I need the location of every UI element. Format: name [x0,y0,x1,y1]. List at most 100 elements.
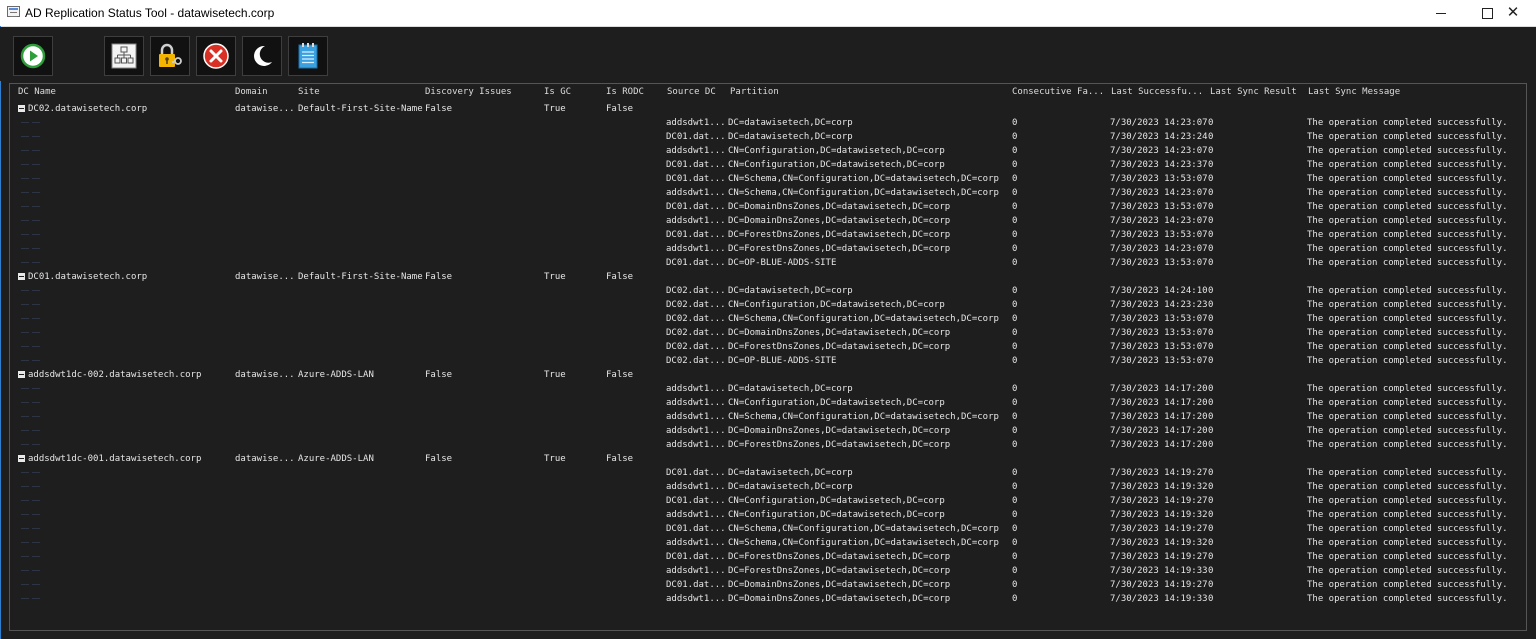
column-header-dc-name[interactable]: DC Name [18,85,56,99]
replication-row[interactable]: DC01.dat... CN=Schema,CN=Configuration,DC… [10,522,1526,536]
last-sync-message-cell: The operation completed successfully. [1307,132,1508,142]
column-header-discovery-issues[interactable]: Discovery Issues [425,85,512,99]
last-sync-result-cell: 0 [1208,566,1214,576]
replication-row[interactable]: addsdwt1... CN=Schema,CN=Configuration,DC… [10,536,1526,550]
last-sync-result-cell: 0 [1208,202,1214,212]
replication-row[interactable]: addsdwt1... DC=datawisetech,DC=corp 0 7/30/… [10,382,1526,396]
last-sync-message-cell: The operation completed successfully. [1307,468,1508,478]
tree-connector [18,344,44,349]
column-header-source-dc[interactable]: Source DC [667,85,716,99]
partition-cell: DC=ForestDnsZones,DC=datawisetech,DC=cor… [728,230,951,240]
close-button[interactable]: ✕ [1490,0,1536,26]
column-header-site[interactable]: Site [298,85,320,99]
tree-connector [18,470,44,475]
theme-button[interactable] [242,36,282,76]
last-success-cell: 7/30/2023 14:19:32 [1110,510,1208,520]
last-success-cell: 7/30/2023 14:19:27 [1110,524,1208,534]
column-header-consecutive-failures[interactable]: Consecutive Fa... [1012,85,1104,99]
tree-connector [18,148,44,153]
stop-icon [203,43,229,69]
replication-row[interactable]: DC02.dat... DC=ForestDnsZones,DC=datawise… [10,340,1526,354]
replication-row[interactable]: addsdwt1... CN=Configuration,DC=datawiset… [10,144,1526,158]
last-sync-message-cell: The operation completed successfully. [1307,188,1508,198]
consecutive-failures-cell: 0 [1012,524,1018,534]
column-header-last-success[interactable]: Last Successfu... [1111,85,1203,99]
column-header-last-sync-message[interactable]: Last Sync Message [1308,85,1400,99]
partition-cell: CN=Configuration,DC=datawisetech,DC=corp [728,510,945,520]
last-sync-result-cell: 0 [1208,384,1214,394]
collapse-toggle[interactable] [18,455,25,462]
topology-button[interactable] [104,36,144,76]
replication-row[interactable]: DC01.dat... DC=ForestDnsZones,DC=datawise… [10,228,1526,242]
column-header-is-gc[interactable]: Is GC [544,85,571,99]
last-sync-result-cell: 0 [1208,594,1214,604]
collapse-toggle[interactable] [18,371,25,378]
is-gc-cell: True [544,370,566,380]
replication-row[interactable]: addsdwt1... DC=datawisetech,DC=corp 0 7/30/… [10,116,1526,130]
source-dc-cell: addsdwt1... [666,482,726,492]
replication-row[interactable]: addsdwt1... CN=Configuration,DC=datawiset… [10,396,1526,410]
replication-row[interactable]: addsdwt1... DC=DomainDnsZones,DC=datawise… [10,214,1526,228]
tree-connector [18,204,44,209]
replication-row[interactable]: DC02.dat... CN=Configuration,DC=datawiset… [10,298,1526,312]
column-header-partition[interactable]: Partition [730,85,779,99]
replication-row[interactable]: DC01.dat... CN=Schema,CN=Configuration,DC… [10,172,1526,186]
consecutive-failures-cell: 0 [1012,202,1018,212]
replication-row[interactable]: addsdwt1... DC=DomainDnsZones,DC=datawise… [10,424,1526,438]
replication-row[interactable]: DC02.dat... CN=Schema,CN=Configuration,DC… [10,312,1526,326]
tree-connector [18,512,44,517]
column-header-domain[interactable]: Domain [235,85,268,99]
replication-row[interactable]: addsdwt1... CN=Schema,CN=Configuration,DC… [10,410,1526,424]
stop-button[interactable] [196,36,236,76]
source-dc-cell: DC02.dat... [666,356,726,366]
replication-row[interactable]: addsdwt1... DC=ForestDnsZones,DC=datawise… [10,438,1526,452]
last-success-cell: 7/30/2023 14:17:20 [1110,426,1208,436]
replication-row[interactable]: DC02.dat... DC=OP-BLUE-ADDS-SITE 0 7/30/202… [10,354,1526,368]
last-sync-result-cell: 0 [1208,286,1214,296]
replication-row[interactable]: DC01.dat... DC=DomainDnsZones,DC=datawise… [10,578,1526,592]
app-icon [7,6,20,17]
last-sync-message-cell: The operation completed successfully. [1307,146,1508,156]
replication-row[interactable]: DC01.dat... DC=datawisetech,DC=corp 0 7/30/… [10,130,1526,144]
credentials-button[interactable] [150,36,190,76]
collapse-toggle[interactable] [18,273,25,280]
run-button[interactable] [13,36,53,76]
tree-connector [18,316,44,321]
partition-cell: CN=Configuration,DC=datawisetech,DC=corp [728,300,945,310]
replication-row[interactable]: addsdwt1... DC=DomainDnsZones,DC=datawise… [10,592,1526,606]
source-dc-cell: DC01.dat... [666,202,726,212]
dc-group-row[interactable]: addsdwt1dc-002.datawisetech.corp datawise… [10,368,1526,382]
replication-row[interactable]: DC01.dat... DC=datawisetech,DC=corp 0 7/30/… [10,466,1526,480]
dc-group-row[interactable]: addsdwt1dc-001.datawisetech.corp datawise… [10,452,1526,466]
replication-row[interactable]: addsdwt1... DC=ForestDnsZones,DC=datawise… [10,242,1526,256]
replication-row[interactable]: addsdwt1... CN=Schema,CN=Configuration,DC… [10,186,1526,200]
last-sync-result-cell: 0 [1208,510,1214,520]
window-frame [0,26,1,639]
replication-row[interactable]: DC01.dat... DC=ForestDnsZones,DC=datawise… [10,550,1526,564]
column-header-last-sync-result[interactable]: Last Sync Result [1210,85,1297,99]
replication-row[interactable]: DC01.dat... DC=DomainDnsZones,DC=datawise… [10,200,1526,214]
dc-group-row[interactable]: DC01.datawisetech.corp datawise... Default… [10,270,1526,284]
replication-row[interactable]: DC01.dat... CN=Configuration,DC=datawiset… [10,158,1526,172]
last-success-cell: 7/30/2023 14:23:37 [1110,160,1208,170]
last-sync-message-cell: The operation completed successfully. [1307,356,1508,366]
replication-grid[interactable]: DC Name Domain Site Discovery Issues Is … [9,83,1527,631]
replication-row[interactable]: DC01.dat... CN=Configuration,DC=datawiset… [10,494,1526,508]
replication-row[interactable]: addsdwt1... CN=Configuration,DC=datawiset… [10,508,1526,522]
minimize-button[interactable] [1418,0,1464,26]
replication-row[interactable]: DC02.dat... DC=datawisetech,DC=corp 0 7/30/… [10,284,1526,298]
replication-row[interactable]: addsdwt1... DC=datawisetech,DC=corp 0 7/30/… [10,480,1526,494]
notes-button[interactable] [288,36,328,76]
last-sync-result-cell: 0 [1208,412,1214,422]
source-dc-cell: DC01.dat... [666,468,726,478]
column-header-is-rodc[interactable]: Is RODC [606,85,644,99]
dc-group-row[interactable]: DC02.datawisetech.corp datawise... Default… [10,102,1526,116]
dc-name: addsdwt1dc-001.datawisetech.corp [28,454,202,464]
collapse-toggle[interactable] [18,105,25,112]
replication-row[interactable]: DC01.dat... DC=OP-BLUE-ADDS-SITE 0 7/30/202… [10,256,1526,270]
dc-name: DC02.datawisetech.corp [28,104,148,114]
last-success-cell: 7/30/2023 14:19:32 [1110,538,1208,548]
replication-row[interactable]: addsdwt1... DC=ForestDnsZones,DC=datawise… [10,564,1526,578]
replication-row[interactable]: DC02.dat... DC=DomainDnsZones,DC=datawise… [10,326,1526,340]
source-dc-cell: DC01.dat... [666,258,726,268]
